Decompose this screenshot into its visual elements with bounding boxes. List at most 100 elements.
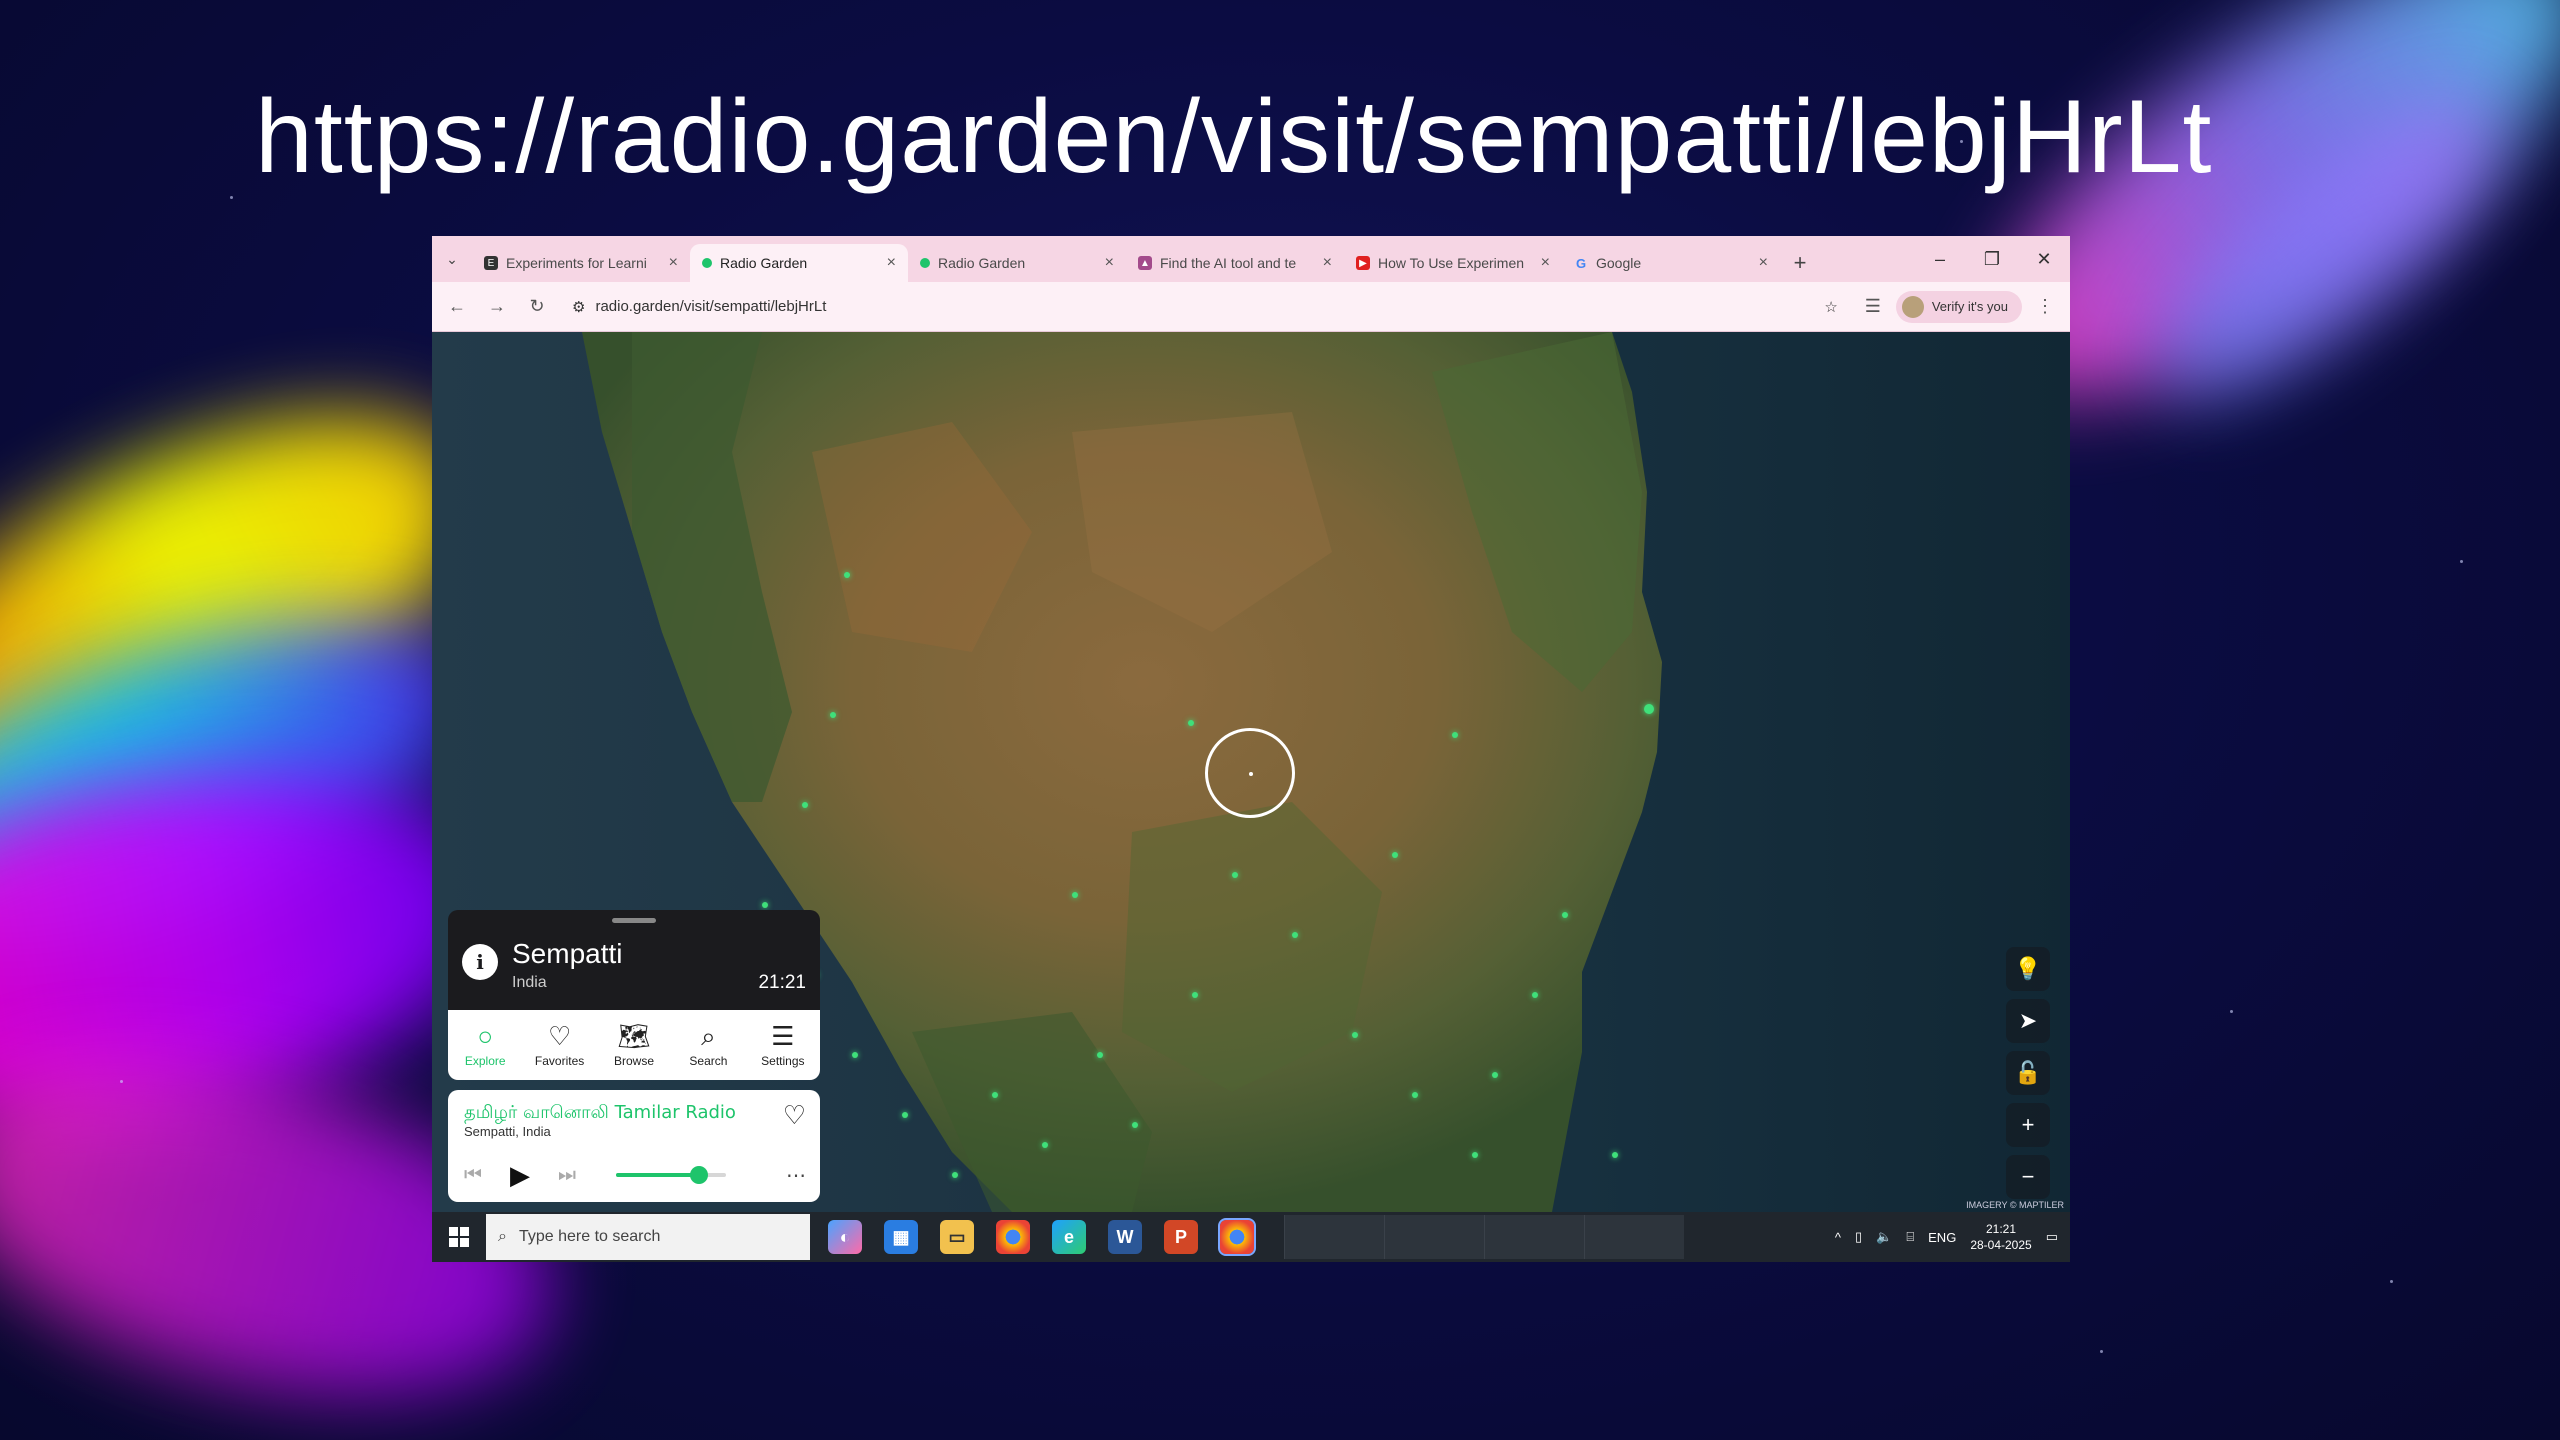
reload-icon[interactable]: ↻ bbox=[520, 290, 554, 324]
powerpoint-icon[interactable]: P bbox=[1164, 1220, 1198, 1254]
zoom-out-icon[interactable]: − bbox=[2006, 1155, 2050, 1199]
previous-icon[interactable]: ⏮ bbox=[464, 1164, 482, 1187]
taskbar-thumbnail[interactable] bbox=[1284, 1215, 1384, 1259]
kebab-menu-icon[interactable]: ⋮ bbox=[2028, 290, 2062, 324]
network-icon[interactable]: ⌸ bbox=[1906, 1229, 1914, 1245]
station-dot[interactable] bbox=[952, 1172, 958, 1178]
back-arrow-icon[interactable]: ← bbox=[440, 290, 474, 324]
station-dot[interactable] bbox=[1072, 892, 1078, 898]
battery-icon[interactable]: ▯ bbox=[1855, 1229, 1862, 1245]
close-window-icon[interactable]: ✕ bbox=[2018, 236, 2070, 282]
taskbar-thumbnail[interactable] bbox=[1584, 1215, 1684, 1259]
station-name[interactable]: தமிழர் வானொலி Tamilar Radio bbox=[464, 1102, 736, 1125]
close-tab-icon[interactable]: × bbox=[887, 254, 896, 272]
tab-radio-garden-active[interactable]: Radio Garden × bbox=[690, 244, 908, 282]
station-dot[interactable] bbox=[1412, 1092, 1418, 1098]
address-url[interactable]: radio.garden/visit/sempatti/lebjHrLt bbox=[595, 298, 1814, 315]
chrome-active-icon[interactable] bbox=[1218, 1218, 1256, 1256]
taskbar-search[interactable]: ⌕ Type here to search bbox=[486, 1214, 810, 1260]
address-bar[interactable]: ⚙ radio.garden/visit/sempatti/lebjHrLt ☆ bbox=[560, 288, 1850, 325]
station-dot[interactable] bbox=[1452, 732, 1458, 738]
station-dot[interactable] bbox=[830, 712, 836, 718]
reading-mode-icon[interactable]: ☰ bbox=[1856, 290, 1890, 324]
station-dot[interactable] bbox=[844, 572, 850, 578]
close-tab-icon[interactable]: × bbox=[1323, 254, 1332, 272]
close-tab-icon[interactable]: × bbox=[1105, 254, 1114, 272]
station-dot[interactable] bbox=[1192, 992, 1198, 998]
station-dot[interactable] bbox=[762, 902, 768, 908]
play-icon[interactable]: ▶ bbox=[510, 1160, 530, 1191]
station-dot[interactable] bbox=[992, 1092, 998, 1098]
tab-google[interactable]: G Google × bbox=[1562, 244, 1780, 282]
tab-favorites[interactable]: ♡ Favorites bbox=[522, 1010, 596, 1080]
station-dot[interactable] bbox=[802, 802, 808, 808]
tab-youtube[interactable]: ▶ How To Use Experimen × bbox=[1344, 244, 1562, 282]
profile-chip-label: Verify it's you bbox=[1931, 299, 2008, 314]
station-dot[interactable] bbox=[852, 1052, 858, 1058]
panel-drag-handle[interactable] bbox=[612, 918, 656, 923]
close-tab-icon[interactable]: × bbox=[1541, 254, 1550, 272]
profile-chip[interactable]: Verify it's you bbox=[1895, 290, 2022, 323]
tab-radio-garden[interactable]: Radio Garden × bbox=[908, 244, 1126, 282]
chrome-icon[interactable] bbox=[996, 1220, 1030, 1254]
start-button[interactable] bbox=[432, 1212, 486, 1262]
station-dot[interactable] bbox=[1232, 872, 1238, 878]
file-explorer-icon[interactable]: ▭ bbox=[940, 1220, 974, 1254]
close-tab-icon[interactable]: × bbox=[1759, 254, 1768, 272]
tab-search-button[interactable]: ⌄ bbox=[432, 236, 472, 282]
zoom-in-icon[interactable]: + bbox=[2006, 1103, 2050, 1147]
station-dot[interactable] bbox=[1042, 1142, 1048, 1148]
bookmark-star-icon[interactable]: ☆ bbox=[1824, 298, 1837, 316]
station-dot[interactable] bbox=[1612, 1152, 1618, 1158]
radio-garden-map[interactable]: 💡 ➤ 🔓 + − IMAGERY © MAPTILER i Sempatti … bbox=[432, 332, 2070, 1212]
hint-bulb-icon[interactable]: 💡 bbox=[2006, 947, 2050, 991]
copilot-icon[interactable]: ◐ bbox=[828, 1220, 862, 1254]
station-dot[interactable] bbox=[1562, 912, 1568, 918]
forward-arrow-icon[interactable]: → bbox=[480, 290, 514, 324]
station-dot[interactable] bbox=[1532, 992, 1538, 998]
locate-arrow-icon[interactable]: ➤ bbox=[2006, 999, 2050, 1043]
lock-icon[interactable]: 🔓 bbox=[2006, 1051, 2050, 1095]
station-dot[interactable] bbox=[1352, 1032, 1358, 1038]
station-dot[interactable] bbox=[1392, 852, 1398, 858]
minimize-icon[interactable]: – bbox=[1914, 236, 1966, 282]
tab-label: Experiments for Learni bbox=[506, 255, 647, 271]
place-name: Sempatti bbox=[512, 938, 623, 969]
edge-icon[interactable]: e bbox=[1052, 1220, 1086, 1254]
heart-icon: ♡ bbox=[547, 1021, 572, 1051]
more-options-icon[interactable]: ⋯ bbox=[786, 1163, 806, 1188]
tray-chevron-icon[interactable]: ^ bbox=[1835, 1230, 1841, 1245]
close-tab-icon[interactable]: × bbox=[669, 254, 678, 272]
site-settings-icon[interactable]: ⚙ bbox=[572, 298, 585, 316]
store-icon[interactable]: ▦ bbox=[884, 1220, 918, 1254]
restore-icon[interactable]: ❐ bbox=[1966, 236, 2018, 282]
place-header[interactable]: i Sempatti India 21:21 bbox=[462, 934, 806, 993]
tab-experiments[interactable]: E Experiments for Learni × bbox=[472, 244, 690, 282]
favorite-heart-icon[interactable]: ♡ bbox=[783, 1100, 806, 1131]
station-dot[interactable] bbox=[902, 1112, 908, 1118]
station-dot[interactable] bbox=[1132, 1122, 1138, 1128]
new-tab-button[interactable]: + bbox=[1780, 244, 1820, 282]
word-icon[interactable]: W bbox=[1108, 1220, 1142, 1254]
info-icon[interactable]: i bbox=[462, 944, 498, 980]
tab-browse[interactable]: 🗺 Browse bbox=[597, 1010, 671, 1080]
language-indicator[interactable]: ENG bbox=[1928, 1230, 1956, 1245]
station-dot[interactable] bbox=[1292, 932, 1298, 938]
station-dot[interactable] bbox=[1472, 1152, 1478, 1158]
notification-icon[interactable]: ▭ bbox=[2046, 1229, 2058, 1245]
station-dot[interactable] bbox=[1097, 1052, 1103, 1058]
station-dot[interactable] bbox=[1492, 1072, 1498, 1078]
taskbar-thumbnail[interactable] bbox=[1384, 1215, 1484, 1259]
taskbar-clock[interactable]: 21:21 28-04-2025 bbox=[1970, 1221, 2031, 1253]
station-dot[interactable] bbox=[1188, 720, 1194, 726]
tab-explore[interactable]: ○ Explore bbox=[448, 1010, 522, 1080]
tab-search[interactable]: ⌕ Search bbox=[671, 1010, 745, 1080]
volume-knob[interactable] bbox=[689, 1166, 708, 1184]
next-icon[interactable]: ⏭ bbox=[558, 1164, 576, 1187]
tab-ai-tool[interactable]: ▲ Find the AI tool and te × bbox=[1126, 244, 1344, 282]
tab-settings[interactable]: ☰ Settings bbox=[746, 1010, 820, 1080]
station-dot-large[interactable] bbox=[1644, 704, 1654, 714]
volume-slider[interactable] bbox=[616, 1166, 726, 1184]
volume-icon[interactable]: 🔈 bbox=[1876, 1229, 1892, 1245]
taskbar-thumbnail[interactable] bbox=[1484, 1215, 1584, 1259]
